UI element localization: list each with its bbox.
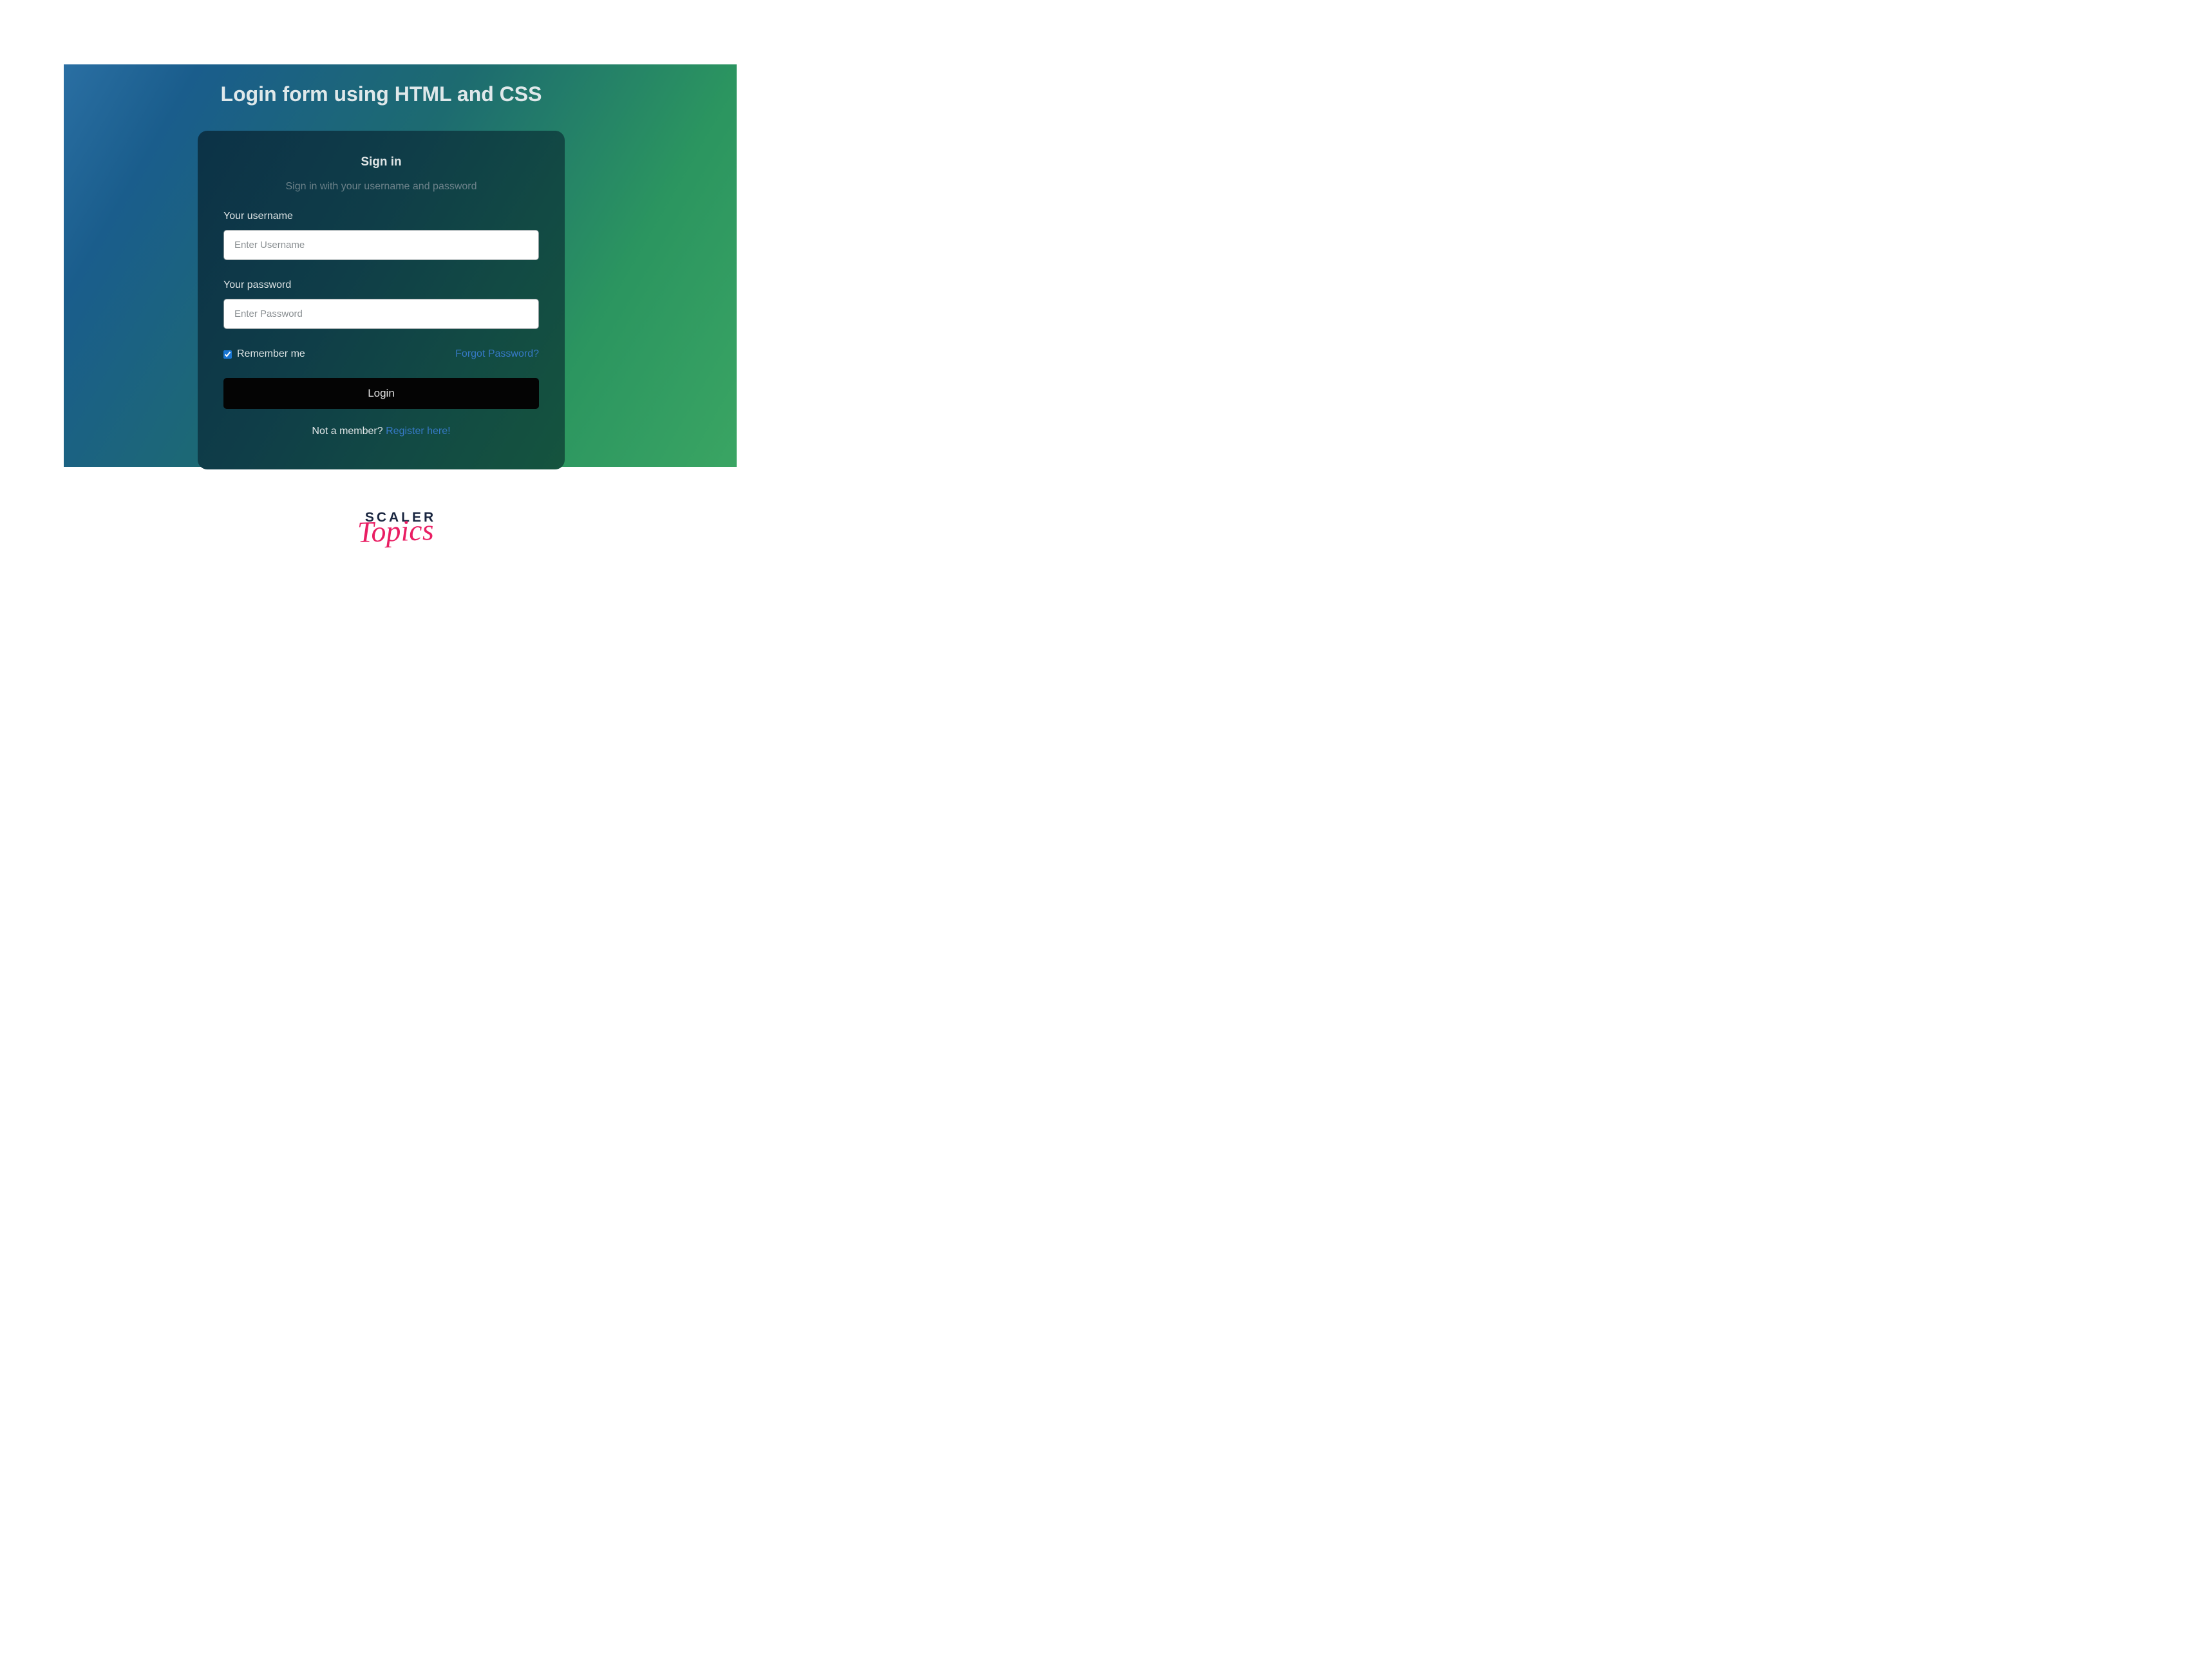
login-button[interactable]: Login bbox=[223, 378, 539, 409]
remember-me-checkbox[interactable] bbox=[223, 350, 232, 359]
forgot-password-link[interactable]: Forgot Password? bbox=[455, 348, 539, 360]
page-title: Login form using HTML and CSS bbox=[198, 82, 565, 106]
register-row: Not a member? Register here! bbox=[223, 426, 539, 437]
not-member-text: Not a member? bbox=[312, 426, 386, 437]
password-group: Your password bbox=[223, 279, 539, 329]
options-row: Remember me Forgot Password? bbox=[223, 348, 539, 360]
scaler-topics-logo: SCALER Topics bbox=[0, 510, 801, 544]
topics-brand-text: Topics bbox=[357, 516, 435, 545]
username-input[interactable] bbox=[223, 230, 539, 260]
register-link[interactable]: Register here! bbox=[386, 426, 451, 437]
signin-title: Sign in bbox=[223, 155, 539, 169]
gradient-background-panel: Login form using HTML and CSS Sign in Si… bbox=[64, 64, 737, 467]
remember-me-label: Remember me bbox=[237, 348, 305, 360]
remember-me-wrapper: Remember me bbox=[223, 348, 305, 360]
password-input[interactable] bbox=[223, 299, 539, 329]
login-form-card: Sign in Sign in with your username and p… bbox=[198, 131, 565, 469]
password-label: Your password bbox=[223, 279, 539, 291]
username-group: Your username bbox=[223, 211, 539, 260]
username-label: Your username bbox=[223, 211, 539, 222]
signin-subtitle: Sign in with your username and password bbox=[223, 181, 539, 193]
